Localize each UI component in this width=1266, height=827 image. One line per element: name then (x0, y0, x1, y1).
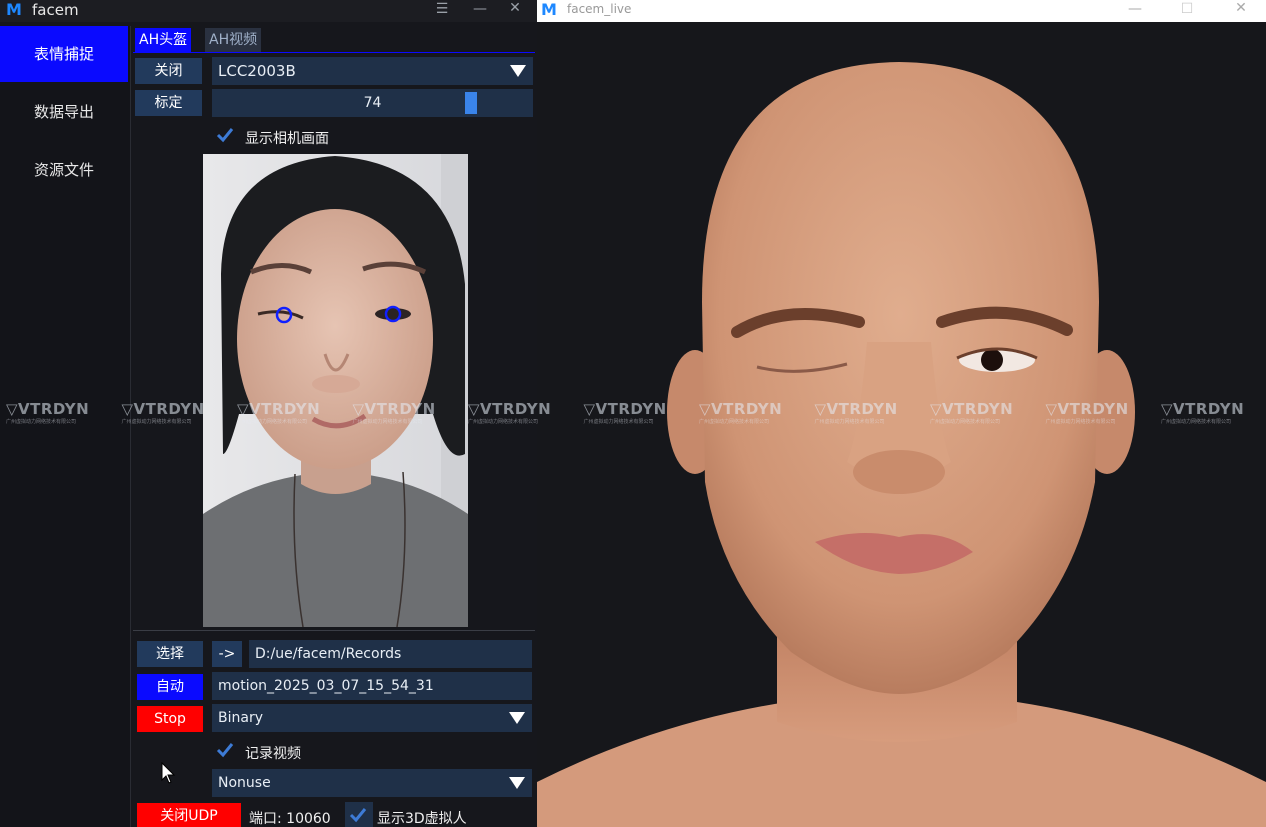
close-device-button[interactable]: 关闭 (135, 58, 202, 84)
chevron-down-icon (509, 712, 525, 724)
sidebar-item-resource-files[interactable]: 资源文件 (0, 142, 128, 198)
show-3d-label: 显示3D虚拟人 (377, 811, 467, 827)
device-name: LCC2003B (218, 62, 296, 80)
live-minimize-button[interactable]: — (1125, 1, 1145, 17)
filename-field[interactable]: motion_2025_03_07_15_54_31 (212, 672, 532, 700)
slider-handle[interactable] (465, 92, 477, 114)
format-value: Binary (218, 710, 263, 726)
window-title: facem (32, 1, 79, 19)
live-window-title: facem_live (567, 2, 632, 16)
chevron-down-icon (509, 777, 525, 789)
sidebar: 表情捕捉 数据导出 资源文件 (0, 26, 131, 827)
live-title-bar: M facem_live — ☐ ✕ (537, 0, 1266, 22)
show-3d-checkbox[interactable] (349, 806, 367, 824)
calibrate-button[interactable]: 标定 (135, 90, 202, 116)
arrow-button[interactable]: -> (212, 641, 242, 667)
close-window-button[interactable]: ✕ (505, 0, 525, 16)
facem-live-window: M facem_live — ☐ ✕ (537, 0, 1266, 827)
app-logo-icon: M (6, 0, 22, 19)
nonuse-select[interactable]: Nonuse (212, 769, 532, 797)
slider-value: 74 (363, 95, 382, 111)
nonuse-value: Nonuse (218, 775, 271, 791)
title-bar: M facem ☰ — ✕ (0, 0, 537, 22)
records-path-field[interactable]: D:/ue/facem/Records (249, 640, 532, 668)
record-video-checkbox[interactable] (216, 741, 234, 759)
auto-button[interactable]: 自动 (137, 674, 203, 700)
select-path-button[interactable]: 选择 (137, 641, 203, 667)
live-close-button[interactable]: ✕ (1231, 0, 1251, 16)
live-maximize-button[interactable]: ☐ (1177, 1, 1197, 17)
camera-image (203, 154, 468, 627)
format-select[interactable]: Binary (212, 704, 532, 732)
facem-window: M facem ☰ — ✕ 表情捕捉 数据导出 资源文件 AH头盔 AH视频 关… (0, 0, 537, 827)
device-select[interactable]: LCC2003B (212, 57, 533, 85)
sidebar-item-facial-capture[interactable]: 表情捕捉 (0, 26, 128, 82)
camera-feed (203, 154, 468, 627)
menu-icon[interactable]: ☰ (432, 1, 452, 17)
tab-ah-helmet[interactable]: AH头盔 (135, 28, 192, 52)
record-video-label: 记录视频 (245, 746, 301, 762)
tab-ah-video[interactable]: AH视频 (205, 28, 262, 52)
show-camera-label: 显示相机画面 (245, 131, 329, 147)
live-app-logo-icon: M (541, 0, 557, 19)
close-udp-button[interactable]: 关闭UDP (137, 803, 241, 827)
calibration-slider[interactable]: 74 (212, 89, 533, 117)
port-label: 端口: 10060 (249, 811, 331, 827)
stop-button[interactable]: Stop (137, 706, 203, 732)
tab-underline (133, 52, 535, 53)
chevron-down-icon (510, 65, 526, 77)
show-camera-checkbox[interactable] (216, 126, 234, 144)
sidebar-item-data-export[interactable]: 数据导出 (0, 84, 128, 140)
minimize-button[interactable]: — (470, 1, 490, 17)
mouse-cursor-icon (161, 762, 176, 784)
avatar-3d-view (537, 22, 1266, 827)
section-divider (133, 630, 535, 631)
